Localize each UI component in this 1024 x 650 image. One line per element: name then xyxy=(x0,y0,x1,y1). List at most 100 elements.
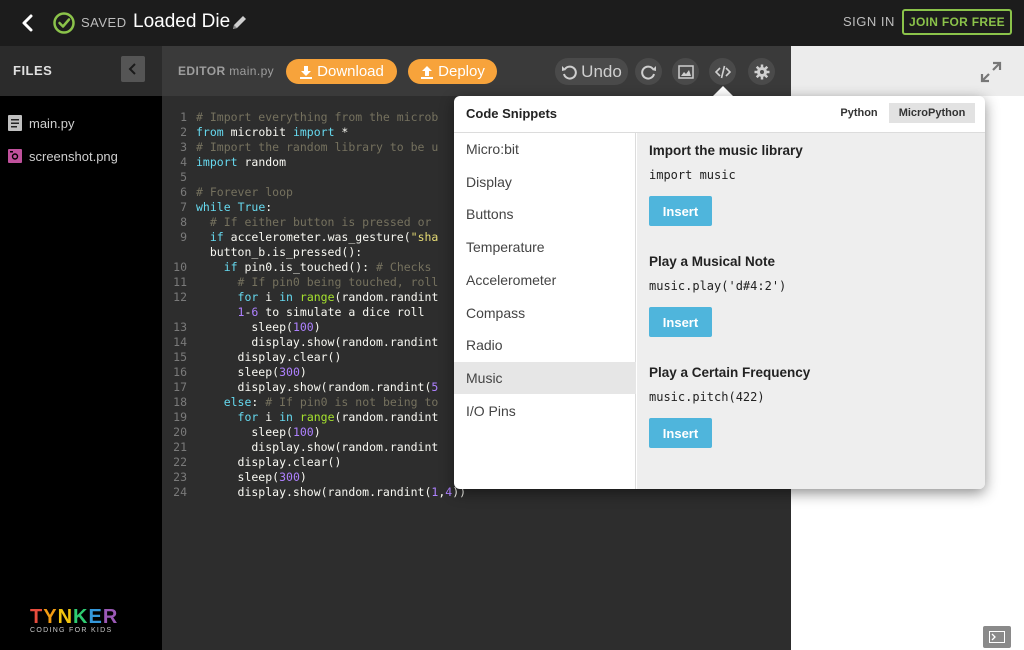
undo-icon xyxy=(562,65,577,80)
redo-icon xyxy=(640,65,656,80)
snippet-category-buttons[interactable]: Buttons xyxy=(454,198,636,230)
file-item-screenshot-png[interactable]: screenshot.png xyxy=(8,146,118,166)
undo-button[interactable]: Undo xyxy=(555,58,628,85)
redo-button[interactable] xyxy=(635,58,662,85)
image-button[interactable] xyxy=(672,58,699,85)
line-number: 20 xyxy=(173,425,187,439)
snippet-panel: Import the music library import music In… xyxy=(637,133,985,489)
console-toggle-button[interactable] xyxy=(983,626,1011,648)
snippet-code: music.pitch(422) xyxy=(649,390,765,404)
tynker-logo: TYNKER CODING FOR KIDS xyxy=(30,606,130,634)
collapse-sidebar-button[interactable] xyxy=(121,56,145,82)
code-text: # Forever loop xyxy=(196,185,293,199)
snippet-category-temperature[interactable]: Temperature xyxy=(454,231,636,263)
line-number: 10 xyxy=(173,260,187,274)
line-number: 14 xyxy=(173,335,187,349)
files-title: FILES xyxy=(13,63,53,78)
code-text: display.show(random.randint(1,4)) xyxy=(196,485,467,499)
join-for-free-button[interactable]: JOIN FOR FREE xyxy=(902,9,1012,35)
terminal-icon xyxy=(989,631,1005,643)
code-text: sleep(100) xyxy=(196,320,321,334)
back-arrow-icon[interactable] xyxy=(20,12,36,34)
file-item-main-py[interactable]: main.py xyxy=(8,113,75,133)
snippet-title: Play a Certain Frequency xyxy=(649,365,811,380)
code-snippets-popup: Code Snippets Python MicroPython Micro:b… xyxy=(454,96,985,489)
snippet-category-compass[interactable]: Compass xyxy=(454,297,636,329)
line-number: 21 xyxy=(173,440,187,454)
code-text: button_b.is_pressed(): xyxy=(196,245,363,259)
snippet-category-list: Micro:bit Display Buttons Temperature Accele… xyxy=(454,133,636,489)
files-sidebar: FILES main.py screenshot.png TYNKER CODI… xyxy=(0,46,162,650)
insert-button[interactable]: Insert xyxy=(649,307,712,337)
image-icon xyxy=(677,64,694,79)
file-name: main.py xyxy=(29,115,75,131)
code-text: while True: xyxy=(196,200,273,214)
chevron-left-icon xyxy=(128,63,136,75)
code-text: for i in range(random.randint xyxy=(237,410,439,424)
file-name: screenshot.png xyxy=(29,148,118,164)
snippet-category-music[interactable]: Music xyxy=(454,361,636,394)
line-number: 19 xyxy=(173,410,187,424)
code-snippets-button[interactable] xyxy=(709,58,736,85)
line-number: 1 xyxy=(180,110,187,124)
upload-icon xyxy=(421,65,434,79)
expand-icon[interactable] xyxy=(980,61,1002,83)
code-text: sleep(100) xyxy=(196,425,321,439)
code-icon xyxy=(714,65,731,78)
image-file-icon xyxy=(8,149,22,163)
code-text: sleep(300) xyxy=(196,365,307,379)
code-text: display.show(random.randint xyxy=(196,440,439,454)
deploy-button[interactable]: Deploy xyxy=(408,59,497,84)
pencil-icon[interactable] xyxy=(231,13,249,31)
insert-button[interactable]: Insert xyxy=(649,418,712,448)
snippet-code: import music xyxy=(649,168,736,182)
snippet-category-accelerometer[interactable]: Accelerometer xyxy=(454,264,636,296)
code-text: import random xyxy=(196,155,287,169)
tab-micropython[interactable]: MicroPython xyxy=(889,103,975,123)
code-text: display.clear() xyxy=(196,350,342,364)
files-header: FILES xyxy=(0,46,162,96)
line-number: 3 xyxy=(180,140,187,154)
snippet-category-radio[interactable]: Radio xyxy=(454,329,636,361)
top-bar: SAVED Loaded Die SIGN IN JOIN FOR FREE xyxy=(0,0,1024,46)
line-number: 15 xyxy=(173,350,187,364)
editor-filename: main.py xyxy=(229,64,275,78)
download-icon xyxy=(300,65,313,79)
popup-title: Code Snippets xyxy=(466,106,558,121)
line-number: 24 xyxy=(173,485,187,499)
code-text: sleep(300) xyxy=(196,470,307,484)
line-number: 8 xyxy=(180,215,187,229)
snippet-category-micro-bit[interactable]: Micro:bit xyxy=(454,133,636,165)
file-icon xyxy=(8,115,22,131)
settings-button[interactable] xyxy=(748,58,775,85)
code-text: if pin0.is_touched(): # Checks xyxy=(223,260,439,274)
line-number: 5 xyxy=(180,170,187,184)
undo-label: Undo xyxy=(581,61,622,81)
line-number: 17 xyxy=(173,380,187,394)
download-button[interactable]: Download xyxy=(286,59,397,84)
code-text: display.clear() xyxy=(196,455,342,469)
gear-icon xyxy=(754,64,769,79)
code-text: if accelerometer.was_gesture("sha xyxy=(209,230,439,244)
line-number: 7 xyxy=(180,200,187,214)
project-title[interactable]: Loaded Die xyxy=(133,11,230,33)
logo-text: TYNKER xyxy=(30,606,119,628)
tab-python[interactable]: Python xyxy=(834,103,884,123)
insert-button[interactable]: Insert xyxy=(649,196,712,226)
snippet-code: music.play('d#4:2') xyxy=(649,279,787,293)
snippet-category-display[interactable]: Display xyxy=(454,166,636,198)
snippet-category-i-o-pins[interactable]: I/O Pins xyxy=(454,395,636,427)
code-text: from microbit import * xyxy=(196,125,349,139)
line-number: 6 xyxy=(180,185,187,199)
simulator-header xyxy=(791,46,1024,96)
code-text: display.show(random.randint xyxy=(196,335,439,349)
saved-status: SAVED xyxy=(81,15,127,30)
snippet-title: Import the music library xyxy=(649,143,803,158)
line-number: 2 xyxy=(180,125,187,139)
check-circle-icon xyxy=(53,12,75,34)
editor-label: EDITOR main.py xyxy=(178,64,275,78)
sign-in-link[interactable]: SIGN IN xyxy=(843,14,895,29)
code-text: # Import everything from the microb xyxy=(196,110,439,124)
editor-toolbar: EDITOR main.py Download Deploy Undo xyxy=(162,46,791,96)
code-text: # Import the random library to be u xyxy=(196,140,439,154)
